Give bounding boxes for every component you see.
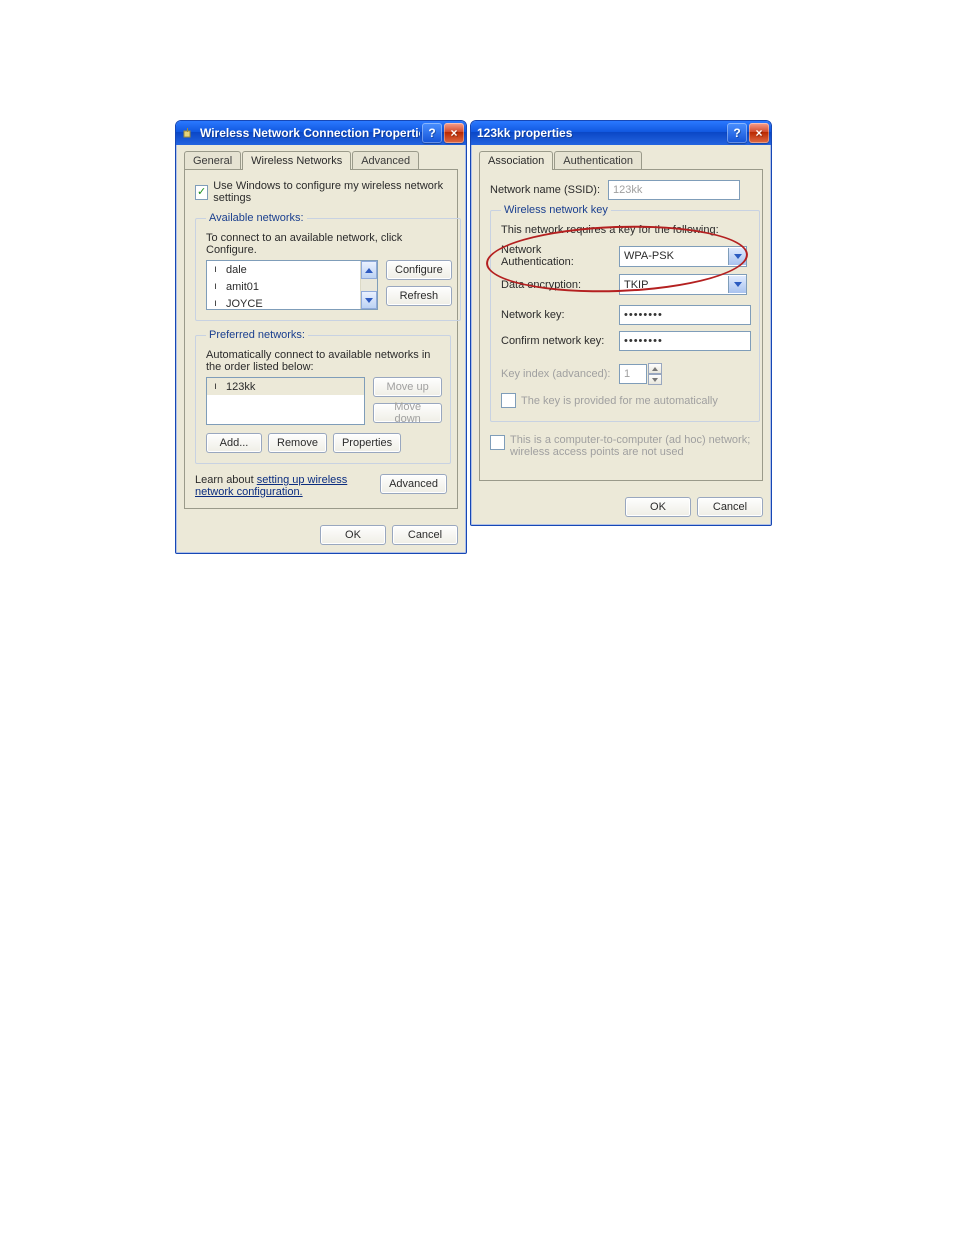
- close-button[interactable]: ×: [749, 123, 769, 143]
- tab-advanced[interactable]: Advanced: [352, 151, 419, 170]
- ssid-input[interactable]: 123kk: [608, 180, 740, 200]
- encryption-label: Data encryption:: [501, 279, 613, 291]
- wireless-key-group: Wireless network key This network requir…: [490, 204, 760, 422]
- tab-strip: Association Authentication: [479, 151, 763, 170]
- dropdown-button[interactable]: [728, 248, 746, 265]
- network-authentication-select[interactable]: WPA-PSK: [619, 246, 747, 267]
- learn-about-text: Learn about setting up wireless network …: [195, 474, 372, 498]
- tab-authentication[interactable]: Authentication: [554, 151, 642, 170]
- available-networks-group: Available networks: To connect to an ava…: [195, 212, 461, 321]
- scroll-up-button[interactable]: [361, 261, 377, 279]
- checkbox-label: Use Windows to configure my wireless net…: [213, 180, 447, 204]
- wireless-icon: [182, 126, 196, 140]
- wireless-connection-properties-dialog: Wireless Network Connection Properties ?…: [175, 120, 467, 554]
- close-button[interactable]: ×: [444, 123, 464, 143]
- network-key-label: Network key:: [501, 309, 613, 321]
- tab-strip: General Wireless Networks Advanced: [184, 151, 458, 170]
- group-legend: Preferred networks:: [206, 329, 308, 341]
- list-item[interactable]: ıJOYCE: [207, 295, 377, 309]
- ok-button[interactable]: OK: [320, 525, 386, 545]
- dialog-footer: OK Cancel: [176, 517, 466, 553]
- chevron-down-icon: [734, 254, 742, 259]
- tabpanel-association: Network name (SSID): 123kk Wireless netw…: [479, 169, 763, 481]
- preferred-networks-list[interactable]: ı123kk: [206, 377, 365, 425]
- help-button[interactable]: ?: [727, 123, 747, 143]
- chevron-up-icon: [365, 268, 373, 273]
- tab-association[interactable]: Association: [479, 151, 553, 170]
- antenna-icon: ı: [211, 298, 220, 309]
- checkbox-box: [501, 393, 516, 408]
- dialog-footer: OK Cancel: [471, 489, 771, 525]
- tabpanel-wireless: ✓ Use Windows to configure my wireless n…: [184, 169, 458, 509]
- tab-general[interactable]: General: [184, 151, 241, 170]
- list-item[interactable]: ıamit01: [207, 278, 377, 295]
- refresh-button[interactable]: Refresh: [386, 286, 452, 306]
- advanced-button[interactable]: Advanced: [380, 474, 447, 494]
- key-index-spinner[interactable]: 1: [619, 363, 662, 385]
- chevron-down-icon: [734, 282, 742, 287]
- titlebar[interactable]: 123kk properties ? ×: [471, 121, 771, 145]
- scrollbar[interactable]: [360, 261, 377, 309]
- antenna-icon: ı: [211, 381, 220, 392]
- list-item[interactable]: ı123kk: [207, 378, 364, 395]
- preferred-hint: Automatically connect to available netwo…: [206, 349, 442, 373]
- confirm-key-label: Confirm network key:: [501, 335, 613, 347]
- cancel-button[interactable]: Cancel: [392, 525, 458, 545]
- use-windows-checkbox[interactable]: ✓ Use Windows to configure my wireless n…: [195, 180, 447, 204]
- titlebar[interactable]: Wireless Network Connection Properties ?…: [176, 121, 466, 145]
- data-encryption-select[interactable]: TKIP: [619, 274, 747, 295]
- auth-label: Network Authentication:: [501, 244, 613, 268]
- confirm-key-input[interactable]: ••••••••: [619, 331, 751, 351]
- chevron-down-icon: [365, 298, 373, 303]
- key-auto-checkbox[interactable]: The key is provided for me automatically: [501, 393, 718, 408]
- scroll-track[interactable]: [361, 279, 377, 291]
- move-down-button[interactable]: Move down: [373, 403, 442, 423]
- list-item[interactable]: ıdale: [207, 261, 377, 278]
- key-index-value: 1: [619, 364, 647, 384]
- cancel-button[interactable]: Cancel: [697, 497, 763, 517]
- adhoc-checkbox[interactable]: This is a computer-to-computer (ad hoc) …: [490, 434, 752, 458]
- antenna-icon: ı: [211, 281, 220, 292]
- network-properties-dialog: 123kk properties ? × Association Authent…: [470, 120, 772, 526]
- available-hint: To connect to an available network, clic…: [206, 232, 452, 256]
- network-key-input[interactable]: ••••••••: [619, 305, 751, 325]
- available-networks-list[interactable]: ıdale ıamit01 ıJOYCE: [206, 260, 378, 310]
- tab-wireless-networks[interactable]: Wireless Networks: [242, 151, 351, 170]
- scroll-down-button[interactable]: [361, 291, 377, 309]
- configure-button[interactable]: Configure: [386, 260, 452, 280]
- ok-button[interactable]: OK: [625, 497, 691, 517]
- chevron-down-icon: [652, 378, 658, 382]
- check-icon: ✓: [197, 187, 206, 198]
- group-legend: Available networks:: [206, 212, 307, 224]
- properties-button[interactable]: Properties: [333, 433, 401, 453]
- key-requires-text: This network requires a key for the foll…: [501, 224, 751, 236]
- remove-button[interactable]: Remove: [268, 433, 327, 453]
- ssid-label: Network name (SSID):: [490, 184, 602, 196]
- add-button[interactable]: Add...: [206, 433, 262, 453]
- help-button[interactable]: ?: [422, 123, 442, 143]
- antenna-icon: ı: [211, 264, 220, 275]
- checkbox-label: This is a computer-to-computer (ad hoc) …: [510, 434, 752, 458]
- spin-down-button[interactable]: [648, 374, 662, 385]
- chevron-up-icon: [652, 367, 658, 371]
- preferred-networks-group: Preferred networks: Automatically connec…: [195, 329, 451, 464]
- checkbox-box: [490, 435, 505, 450]
- checkbox-box: ✓: [195, 185, 208, 200]
- spin-up-button[interactable]: [648, 363, 662, 374]
- group-legend: Wireless network key: [501, 204, 611, 216]
- key-index-label: Key index (advanced):: [501, 368, 613, 380]
- move-up-button[interactable]: Move up: [373, 377, 442, 397]
- dialog-title: Wireless Network Connection Properties: [200, 126, 420, 140]
- checkbox-label: The key is provided for me automatically: [521, 395, 718, 407]
- dropdown-button[interactable]: [728, 276, 746, 293]
- dialog-title: 123kk properties: [477, 126, 725, 140]
